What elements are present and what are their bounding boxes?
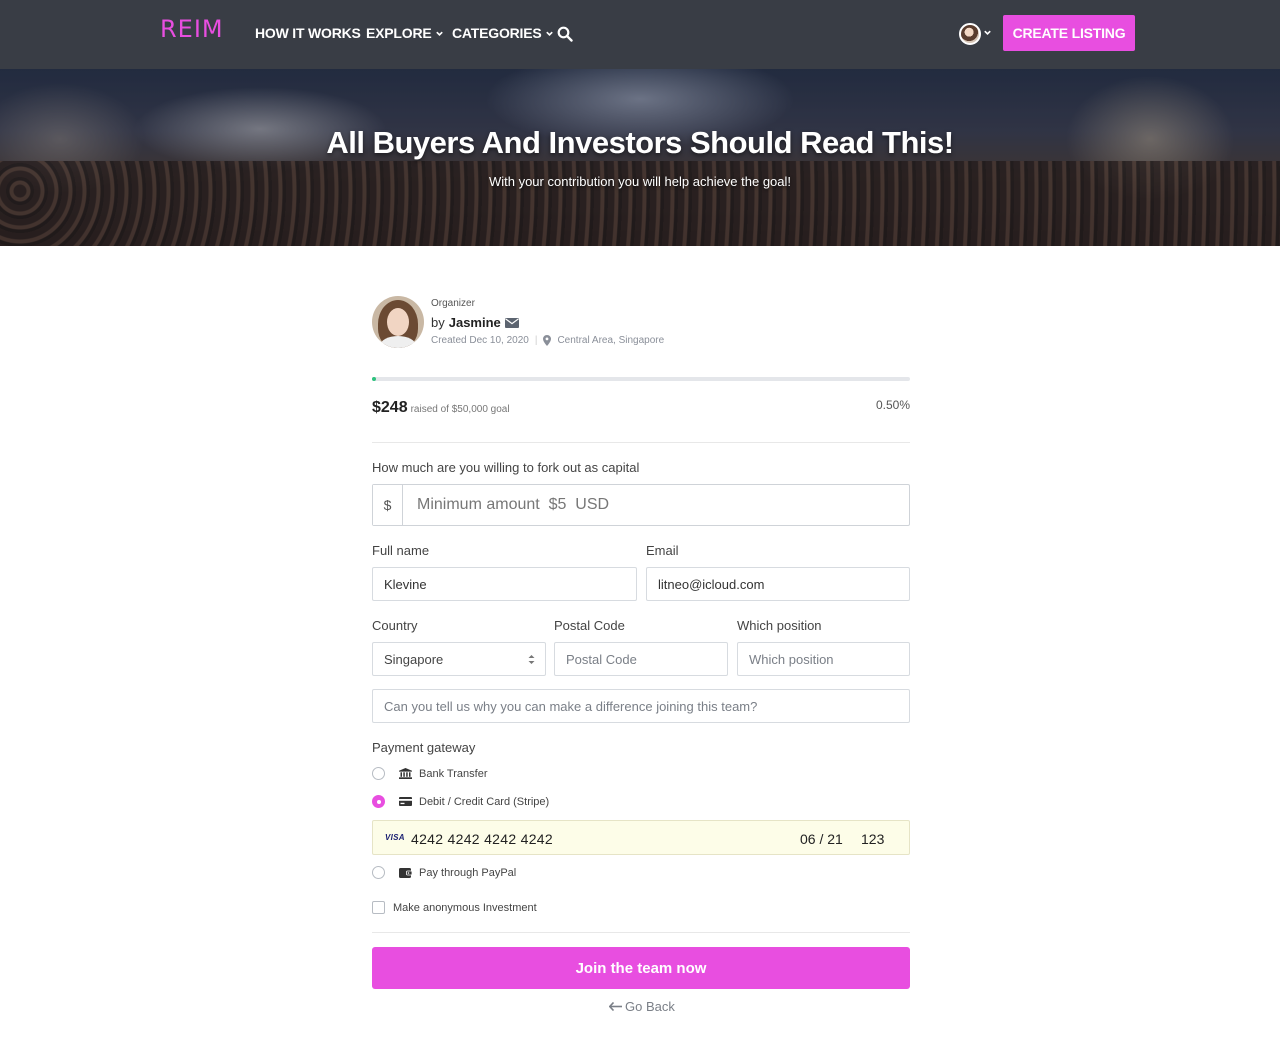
email-input[interactable] bbox=[646, 567, 910, 601]
funding-progress-fill bbox=[372, 377, 376, 381]
card-number[interactable]: 4242 4242 4242 4242 bbox=[411, 831, 553, 847]
funding-percent: 0.50% bbox=[875, 398, 910, 412]
top-navbar: REIM HOW IT WORKS EXPLORE CATEGORIES CRE… bbox=[0, 0, 1280, 69]
hero-subtitle: With your contribution you will help ach… bbox=[488, 174, 792, 189]
payment-option-paypal[interactable]: Pay through PayPal bbox=[372, 866, 516, 879]
organizer-by-text: by bbox=[431, 315, 445, 330]
position-label: Which position bbox=[737, 618, 822, 633]
meta-separator: | bbox=[534, 335, 538, 346]
envelope-icon[interactable] bbox=[504, 317, 519, 328]
create-listing-button[interactable]: CREATE LISTING bbox=[1003, 15, 1135, 51]
go-back-label: Go Back bbox=[625, 999, 675, 1014]
raised-goal-text: raised of $50,000 goal bbox=[410, 404, 510, 415]
nav-explore-label: EXPLORE bbox=[366, 25, 432, 41]
visa-card-icon: VISA bbox=[385, 833, 405, 842]
nav-explore[interactable]: EXPLORE bbox=[366, 25, 444, 41]
map-pin-icon bbox=[543, 335, 552, 346]
paypal-radio[interactable] bbox=[372, 866, 385, 879]
credit-card-label: Debit / Credit Card (Stripe) bbox=[419, 795, 550, 808]
country-selected-value: Singapore bbox=[384, 651, 444, 667]
nav-how-it-works-label: HOW IT WORKS bbox=[255, 25, 361, 41]
raised-summary: $248 raised of $50,000 goal bbox=[372, 399, 510, 417]
anonymous-investment-option[interactable]: Make anonymous Investment bbox=[372, 901, 537, 914]
capital-label: How much are you willing to fork out as … bbox=[372, 460, 640, 475]
bank-transfer-radio[interactable] bbox=[372, 767, 385, 780]
organizer-avatar bbox=[372, 296, 424, 348]
card-cvc[interactable]: 123 bbox=[861, 831, 884, 847]
fullname-input[interactable] bbox=[372, 567, 637, 601]
chevron-down-icon bbox=[435, 31, 443, 36]
join-team-button[interactable]: Join the team now bbox=[372, 947, 910, 989]
organizer-byline: by Jasmine bbox=[431, 315, 519, 330]
chevron-down-icon[interactable] bbox=[983, 28, 992, 37]
payment-option-bank[interactable]: Bank Transfer bbox=[372, 767, 487, 780]
wallet-icon bbox=[399, 868, 412, 878]
anonymous-checkbox[interactable] bbox=[372, 901, 385, 914]
arrow-left-icon bbox=[609, 1002, 622, 1011]
credit-card-icon bbox=[399, 797, 412, 806]
created-date: Created Dec 10, 2020 bbox=[431, 335, 529, 346]
capital-amount-group: $ bbox=[372, 484, 910, 526]
credit-card-radio[interactable] bbox=[372, 795, 385, 808]
organizer-meta: Created Dec 10, 2020 | Central Area, Sin… bbox=[431, 335, 664, 346]
bank-transfer-label: Bank Transfer bbox=[419, 767, 488, 780]
why-join-input[interactable] bbox=[372, 689, 910, 723]
card-expiry[interactable]: 06 / 21 bbox=[800, 831, 843, 847]
email-label: Email bbox=[646, 543, 679, 558]
hero-banner: All Buyers And Investors Should Read Thi… bbox=[0, 69, 1280, 246]
postal-code-input[interactable] bbox=[554, 642, 728, 676]
raised-amount: $248 bbox=[372, 399, 408, 416]
currency-prefix: $ bbox=[373, 485, 403, 525]
select-arrows-icon bbox=[528, 655, 535, 664]
country-select[interactable]: Singapore bbox=[372, 642, 546, 676]
search-icon[interactable] bbox=[557, 26, 573, 42]
position-input[interactable] bbox=[737, 642, 910, 676]
payment-option-card[interactable]: Debit / Credit Card (Stripe) bbox=[372, 795, 549, 808]
fullname-label: Full name bbox=[372, 543, 430, 558]
card-details-input[interactable]: VISA 4242 4242 4242 4242 06 / 21 123 bbox=[372, 820, 910, 855]
country-label: Country bbox=[372, 618, 418, 633]
anonymous-label: Make anonymous Investment bbox=[393, 901, 537, 914]
payment-gateway-label: Payment gateway bbox=[372, 740, 476, 755]
hero-title: All Buyers And Investors Should Read Thi… bbox=[326, 125, 954, 160]
postal-code-label: Postal Code bbox=[554, 618, 625, 633]
capital-amount-input[interactable] bbox=[403, 485, 909, 525]
organizer-name[interactable]: Jasmine bbox=[449, 315, 501, 330]
user-avatar[interactable] bbox=[959, 23, 981, 45]
chevron-down-icon bbox=[545, 31, 553, 36]
section-divider bbox=[372, 442, 910, 443]
paypal-label: Pay through PayPal bbox=[419, 866, 517, 879]
nav-how-it-works[interactable]: HOW IT WORKS bbox=[255, 25, 361, 41]
section-divider bbox=[372, 932, 910, 933]
organizer-label: Organizer bbox=[431, 298, 475, 309]
funding-progress-bar bbox=[372, 377, 910, 381]
site-logo[interactable]: REIM bbox=[160, 15, 224, 43]
bank-icon bbox=[399, 768, 412, 779]
nav-categories-label: CATEGORIES bbox=[452, 25, 542, 41]
location-text: Central Area, Singapore bbox=[557, 335, 665, 346]
nav-categories[interactable]: CATEGORIES bbox=[452, 25, 554, 41]
go-back-link[interactable]: Go Back bbox=[609, 999, 675, 1014]
